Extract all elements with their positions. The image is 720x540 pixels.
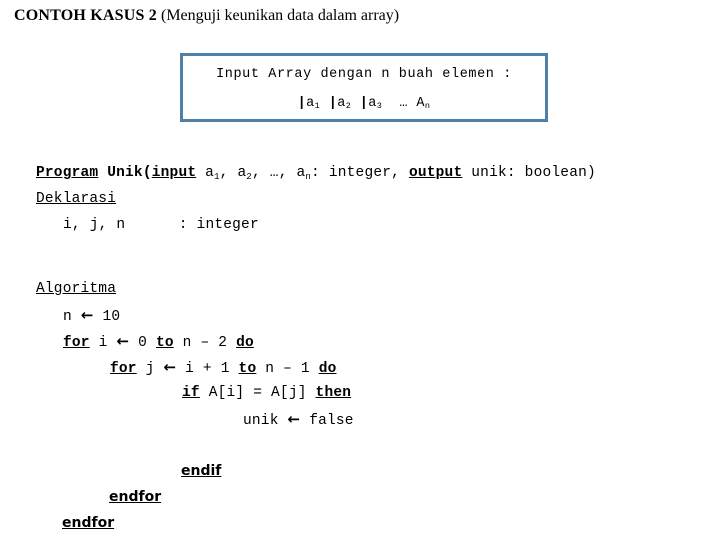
keyword-endif: endif	[181, 463, 222, 479]
procedure-name: Unik(	[98, 165, 152, 181]
array-cell-bar-2: |	[328, 96, 338, 111]
value-10: 10	[102, 309, 121, 325]
code-line-algoritma: Algoritma	[0, 276, 720, 302]
assignment-arrow-icon-unik: ←	[287, 410, 301, 428]
code-line-assign-unik: unik ← false	[0, 406, 720, 432]
page-title-bold: CONTOH KASUS 2	[14, 7, 157, 24]
keyword-do-outer: do	[236, 335, 254, 351]
keyword-endfor-outer: endfor	[62, 515, 115, 531]
loop-var-j: j	[145, 361, 155, 377]
loop-start-inner: i + 1	[185, 361, 230, 377]
keyword-output: output	[408, 165, 463, 181]
code-line-blank-2	[0, 264, 720, 276]
code-line-program-header: Program Unik(input a1, a2, …, an: intege…	[0, 160, 720, 186]
keyword-endfor-inner: endfor	[109, 489, 162, 505]
variable-n: n	[63, 309, 72, 325]
code-line-endfor-inner: endfor	[0, 484, 720, 510]
code-line-blank-1	[0, 238, 720, 264]
array-cell-bar-3: |	[359, 96, 369, 111]
page-title: CONTOH KASUS 2 (Menguji keunikan data da…	[14, 6, 399, 26]
assignment-arrow-icon-outer: ←	[116, 332, 130, 350]
section-deklarasi: Deklarasi	[36, 191, 117, 207]
pseudocode-block: Program Unik(input a1, a2, …, an: intege…	[0, 160, 720, 536]
loop-var-i: i	[98, 335, 108, 351]
array-cell-1: a1	[306, 96, 321, 111]
declared-variables: i, j, n	[63, 217, 126, 233]
loop-start-outer: 0	[138, 335, 148, 351]
code-line-assign-n: n ← 10	[0, 302, 720, 328]
param-an: , …, an	[252, 165, 312, 182]
keyword-program: Program	[36, 165, 99, 181]
loop-end-outer: n – 2	[182, 335, 228, 351]
code-line-blank-3	[0, 432, 720, 458]
output-decl: unik: boolean)	[462, 165, 596, 181]
keyword-if: if	[182, 385, 200, 401]
declaration-type: integer	[196, 217, 259, 233]
assignment-arrow-icon-inner: ←	[163, 358, 177, 376]
if-condition: A[i] = A[j]	[208, 385, 307, 401]
declaration-colon: :	[178, 217, 188, 233]
keyword-to-outer: to	[155, 335, 174, 351]
declaration-gap	[188, 217, 197, 233]
assignment-arrow-icon: ←	[80, 306, 94, 324]
code-line-if: if A[i] = A[j] then	[0, 380, 720, 406]
keyword-to-inner: to	[238, 361, 257, 377]
array-cell-n: An	[416, 96, 431, 111]
section-algoritma: Algoritma	[36, 281, 117, 297]
input-array-box: Input Array dengan n buah elemen : |a1 |…	[180, 53, 548, 122]
code-line-for-inner: for j ← i + 1 to n – 1 do	[0, 354, 720, 380]
code-line-endif: endif	[0, 458, 720, 484]
input-array-elements: |a1 |a2 |a3 … An	[183, 96, 545, 111]
input-array-caption: Input Array dengan n buah elemen :	[216, 67, 512, 82]
param-a1: a1	[196, 165, 220, 182]
array-cell-3: a3	[368, 96, 383, 111]
param-a2: , a2	[219, 165, 252, 182]
code-line-deklarasi: Deklarasi	[0, 186, 720, 212]
declaration-spacer	[125, 217, 178, 233]
value-false: false	[309, 413, 354, 429]
variable-unik: unik	[243, 413, 279, 429]
keyword-for-inner: for	[110, 361, 137, 377]
keyword-input: input	[151, 165, 197, 181]
keyword-do-inner: do	[318, 361, 337, 377]
keyword-then: then	[315, 385, 352, 401]
array-cell-bar-1: |	[297, 96, 307, 111]
keyword-for-outer: for	[63, 335, 90, 351]
page-title-normal: (Menguji keunikan data dalam array)	[156, 7, 400, 24]
code-line-deklarasi-vars: i, j, n : integer	[0, 212, 720, 238]
param-type: : integer,	[311, 165, 409, 181]
array-cell-2: a2	[337, 96, 352, 111]
code-line-for-outer: for i ← 0 to n – 2 do	[0, 328, 720, 354]
loop-end-inner: n – 1	[265, 361, 310, 377]
code-line-endfor-outer: endfor	[0, 510, 720, 536]
array-ellipsis: …	[390, 96, 408, 111]
